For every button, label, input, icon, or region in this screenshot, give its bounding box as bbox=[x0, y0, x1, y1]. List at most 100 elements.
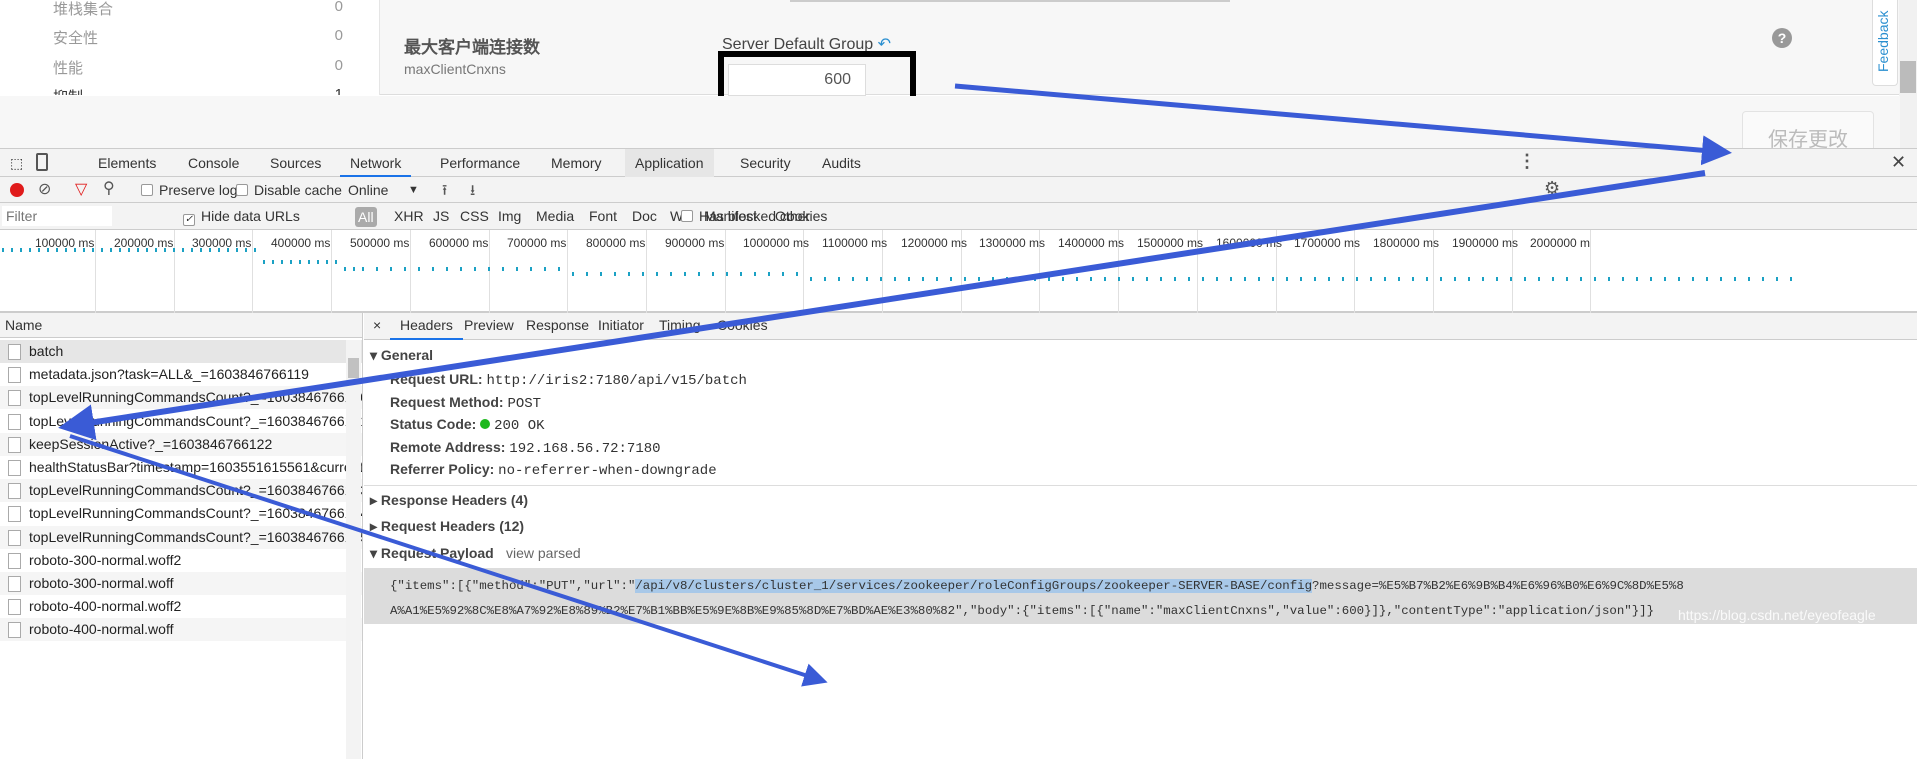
timeline-request-mark bbox=[978, 277, 980, 281]
timeline-tick-label: 1400000 ms bbox=[1058, 236, 1125, 250]
timeline-request-mark bbox=[1104, 277, 1106, 281]
details-tab-cookies[interactable]: Cookies bbox=[707, 313, 778, 340]
feedback-button[interactable]: Feedback bbox=[1872, 0, 1898, 86]
timeline-request-mark bbox=[1076, 277, 1078, 281]
request-row[interactable]: topLevelRunningCommandsCount?_=160384676… bbox=[0, 525, 363, 549]
request-row[interactable]: roboto-300-normal.woff2 bbox=[0, 548, 362, 572]
timeline-gridline bbox=[646, 230, 647, 313]
settings-gear-icon[interactable]: ⚙ bbox=[1544, 178, 1560, 199]
timeline-request-mark bbox=[20, 248, 22, 252]
name-column-header[interactable]: Name bbox=[0, 313, 362, 338]
request-row[interactable]: roboto-400-normal.woff bbox=[0, 618, 362, 642]
request-row[interactable]: roboto-400-normal.woff2 bbox=[0, 595, 362, 619]
request-payload-toggle[interactable]: ▾ Request Payload bbox=[370, 545, 494, 562]
clear-icon[interactable]: ⊘ bbox=[38, 179, 51, 199]
sidebar-item[interactable]: 性能 0 bbox=[53, 57, 343, 78]
devtools-tab-performance[interactable]: Performance bbox=[430, 149, 530, 177]
timeline-request-mark bbox=[272, 260, 274, 264]
filter-type-font[interactable]: Font bbox=[589, 203, 617, 229]
timeline-request-mark bbox=[1328, 277, 1330, 281]
details-tab-initiator[interactable]: Initiator bbox=[588, 313, 654, 340]
filter-type-media[interactable]: Media bbox=[536, 203, 574, 229]
timeline-request-mark bbox=[516, 267, 518, 271]
request-method-row: Request Method: POST bbox=[390, 394, 542, 412]
timeline-request-mark bbox=[209, 248, 211, 252]
details-tab-preview[interactable]: Preview bbox=[454, 313, 524, 340]
request-row[interactable]: healthStatusBar?timestamp=1603551615561&… bbox=[0, 456, 362, 479]
devtools-tab-elements[interactable]: Elements bbox=[88, 149, 166, 177]
sidebar-item[interactable]: 抑制 1 bbox=[53, 86, 343, 95]
filter-type-img[interactable]: Img bbox=[498, 203, 521, 229]
timeline-request-mark bbox=[263, 260, 265, 264]
more-options-icon[interactable]: ⋮ bbox=[1518, 151, 1536, 172]
device-toolbar-icon[interactable] bbox=[36, 153, 48, 171]
devtools-tab-audits[interactable]: Audits bbox=[812, 149, 871, 177]
filter-type-xhr[interactable]: XHR bbox=[394, 203, 424, 229]
filter-input[interactable] bbox=[2, 206, 112, 226]
request-row[interactable]: topLevelRunningCommandsCount?_=160384676… bbox=[0, 502, 362, 526]
sidebar-item[interactable]: 堆栈集合 0 bbox=[53, 0, 343, 19]
question-circle-icon[interactable]: ? bbox=[1772, 28, 1792, 48]
request-row[interactable]: keepSessionActive?_=1603846766122 bbox=[0, 432, 362, 456]
timeline-request-mark bbox=[1552, 277, 1554, 281]
request-row[interactable]: topLevelRunningCommandsCount?_=160384676… bbox=[0, 479, 362, 503]
timeline-request-mark bbox=[880, 277, 882, 281]
record-icon[interactable] bbox=[10, 183, 24, 197]
request-row[interactable]: batch bbox=[0, 340, 362, 363]
timeline-request-mark bbox=[1580, 277, 1582, 281]
timeline-request-mark bbox=[83, 248, 85, 252]
devtools-tab-sources[interactable]: Sources bbox=[260, 149, 331, 177]
sidebar-item[interactable]: 安全性 0 bbox=[53, 27, 343, 48]
timeline-request-mark bbox=[376, 267, 378, 271]
sidebar-item-label: 性能 bbox=[53, 60, 84, 77]
view-parsed-link[interactable]: view parsed bbox=[506, 545, 581, 561]
details-tab-headers[interactable]: Headers bbox=[390, 313, 463, 340]
timeline-request-mark bbox=[74, 248, 76, 252]
close-devtools-icon[interactable]: ✕ bbox=[1891, 152, 1906, 173]
timeline-request-mark bbox=[1398, 277, 1400, 281]
hide-data-urls-checkbox[interactable]: ✓ Hide data URLs bbox=[183, 203, 300, 229]
has-blocked-cookies-checkbox[interactable]: Has blocked cookies bbox=[681, 203, 827, 229]
timeline-request-mark bbox=[740, 272, 742, 276]
devtools-tab-console[interactable]: Console bbox=[178, 149, 249, 177]
timeline-request-mark bbox=[1538, 277, 1540, 281]
timeline-tick-label: 800000 ms bbox=[586, 236, 646, 250]
request-row[interactable]: topLevelRunningCommandsCount?_=160384676… bbox=[0, 409, 363, 433]
filter-type-doc[interactable]: Doc bbox=[632, 203, 657, 229]
request-row[interactable]: roboto-300-normal.woff bbox=[0, 572, 362, 595]
request-headers-toggle[interactable]: ▸ Request Headers (12) bbox=[370, 518, 524, 535]
response-headers-toggle[interactable]: ▸ Response Headers (4) bbox=[370, 492, 528, 509]
filter-type-all[interactable]: All bbox=[355, 207, 377, 227]
timeline-request-mark bbox=[1258, 277, 1260, 281]
close-details-icon[interactable]: × bbox=[373, 317, 381, 333]
page-scrollbar[interactable] bbox=[1899, 0, 1917, 148]
request-name: topLevelRunningCommandsCount?_=160384676… bbox=[29, 412, 363, 429]
request-list-scrollbar[interactable] bbox=[346, 340, 361, 759]
export-har-icon[interactable]: ⭳ bbox=[470, 180, 475, 205]
max-client-cnxns-input[interactable]: 600 bbox=[728, 64, 866, 96]
filter-type-js[interactable]: JS bbox=[433, 203, 449, 229]
devtools-tab-security[interactable]: Security bbox=[730, 149, 801, 177]
request-row[interactable]: topLevelRunningCommandsCount?_=160384676… bbox=[0, 386, 362, 410]
details-tab-response[interactable]: Response bbox=[516, 313, 599, 340]
page-footer bbox=[0, 96, 1900, 148]
disable-cache-checkbox[interactable]: Disable cache bbox=[236, 177, 342, 203]
devtools-tab-application[interactable]: Application bbox=[625, 149, 714, 177]
filter-type-css[interactable]: CSS bbox=[460, 203, 489, 229]
filter-icon[interactable]: ▽ bbox=[75, 179, 87, 199]
preserve-log-checkbox[interactable]: Preserve log bbox=[141, 177, 238, 203]
request-row[interactable]: metadata.json?task=ALL&_=1603846766119 bbox=[0, 363, 362, 387]
status-code-value: 200 OK bbox=[494, 418, 545, 434]
request-name: topLevelRunningCommandsCount?_=160384676… bbox=[29, 528, 363, 545]
timeline-request-mark bbox=[628, 272, 630, 276]
inspect-element-icon[interactable]: ⬚ bbox=[10, 155, 23, 172]
throttling-select[interactable]: Online ▼ bbox=[348, 177, 420, 203]
search-icon[interactable]: ⚲ bbox=[103, 178, 115, 198]
devtools-tab-memory[interactable]: Memory bbox=[541, 149, 612, 177]
import-har-icon[interactable]: ⭱ bbox=[442, 180, 447, 205]
general-section-toggle[interactable]: ▾ General bbox=[370, 347, 433, 364]
details-tab-timing[interactable]: Timing bbox=[649, 313, 711, 340]
network-overview-timeline[interactable]: 100000 ms 200000 ms 300000 ms 400000 ms 5000… bbox=[0, 230, 1917, 313]
file-icon bbox=[8, 529, 21, 546]
devtools-tab-network[interactable]: Network bbox=[340, 149, 412, 177]
